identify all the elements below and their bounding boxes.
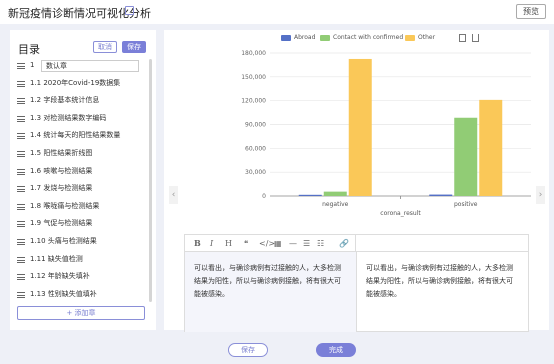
editor-toolbar: B I H ❝ </> ▦ — ☰ ☷ 🔗: [185, 235, 528, 252]
drag-handle-icon[interactable]: [17, 150, 25, 157]
table-button[interactable]: ▦: [274, 239, 282, 248]
edit-icon[interactable]: [125, 6, 134, 15]
drag-handle-icon[interactable]: [17, 80, 25, 87]
toc-item-label: 1.4 统计每天的阳性结果数量: [30, 131, 121, 140]
drag-handle-icon[interactable]: [17, 238, 25, 245]
chapter-name-input[interactable]: 数认章: [41, 60, 139, 72]
toc-item-label: 1.5 阳性结果折线图: [30, 148, 93, 157]
italic-button[interactable]: I: [210, 239, 213, 248]
drag-handle-icon[interactable]: [17, 291, 25, 298]
toc-item-label: 1.3 对检测结果数字编码: [30, 113, 107, 122]
toc-item[interactable]: 1.9 气促与检测结果: [15, 215, 147, 233]
toc-item-label: 1.11 缺失值检测: [30, 254, 83, 263]
bar-abroad-positive: [429, 194, 453, 196]
numbered-list-button[interactable]: ☷: [317, 239, 324, 248]
toc-item-label: 1.8 喉咙痛与检测结果: [30, 201, 100, 210]
toc-item-label: 1.13 性别缺失值填补: [30, 289, 97, 298]
x-tick-label: negative: [322, 201, 349, 208]
drag-handle-icon[interactable]: [17, 133, 25, 140]
bar-abroad-negative: [298, 194, 322, 196]
done-button[interactable]: 完成: [316, 343, 356, 357]
toc-item[interactable]: 1.12 年龄缺失填补: [15, 268, 147, 286]
toc-item-label: 1.9 气促与检测结果: [30, 219, 93, 228]
toc-item-label: 1.12 年龄缺失填补: [30, 272, 90, 281]
toc-item-label: 1.10 头痛与检测结果: [30, 236, 97, 245]
y-tick-label: 30,000: [245, 169, 266, 176]
drag-handle-icon[interactable]: [17, 203, 25, 210]
toc-item-editing[interactable]: 1 数认章: [15, 57, 147, 75]
drag-handle-icon[interactable]: [17, 221, 25, 228]
toc-item[interactable]: 1.8 喉咙痛与检测结果: [15, 198, 147, 216]
editor-input-pane[interactable]: 可以看出，与确诊病例有过接触的人，大多检测结果为阳性，所以与确诊病例接触，将有很…: [185, 252, 356, 332]
drag-handle-icon[interactable]: [17, 63, 25, 69]
bold-button[interactable]: B: [194, 239, 201, 248]
toc-item[interactable]: 1.2 字段基本统计信息: [15, 92, 147, 110]
bullet-list-button[interactable]: ☰: [303, 239, 310, 248]
markdown-editor: B I H ❝ </> ▦ — ☰ ☷ 🔗 可以看出，与确诊病例有过接触的人，大多检测结果为阳性，…: [184, 234, 529, 332]
add-chapter-button[interactable]: + 添加章: [17, 306, 145, 320]
y-tick-label: 150,000: [241, 74, 266, 81]
y-tick-label: 180,000: [241, 50, 266, 57]
bar-other-negative: [348, 58, 372, 196]
toc-list: 1 数认章 1.1 2020年Covid-19数据集 1.2 字段基本统计信息 1.…: [15, 57, 147, 303]
toc-item[interactable]: 1.3 对检测结果数字编码: [15, 110, 147, 128]
chevron-left-icon[interactable]: ‹: [169, 186, 178, 204]
drag-handle-icon[interactable]: [17, 186, 25, 193]
divider-button[interactable]: —: [289, 239, 297, 248]
link-button[interactable]: 🔗: [339, 239, 349, 248]
toolbar-divider: [355, 235, 356, 252]
toc-item[interactable]: 1.10 头痛与检测结果: [15, 233, 147, 251]
toc-item[interactable]: 1.4 统计每天的阳性结果数量: [15, 127, 147, 145]
toc-item-number: 1: [30, 61, 35, 69]
bar-contact-with-confirmed-negative: [323, 191, 347, 196]
editor-markdown-text[interactable]: 可以看出，与确诊病例有过接触的人，大多检测结果为阳性，所以与确诊病例接触，将有很…: [194, 262, 344, 301]
toc-item-label: 1.6 咳嗽与检测结果: [30, 166, 93, 175]
preview-button[interactable]: 预览: [516, 4, 546, 19]
toc-sidebar: 目录 取消 保存 1 数认章 1.1 2020年Covid-19数据集 1.2 字…: [10, 30, 156, 330]
bar-contact-with-confirmed-positive: [454, 117, 478, 196]
toc-item-label: 1.2 字段基本统计信息: [30, 96, 100, 105]
chevron-right-icon[interactable]: ›: [536, 186, 545, 204]
toc-save-button[interactable]: 保存: [122, 41, 146, 53]
y-tick-label: 0: [262, 193, 266, 200]
toc-item[interactable]: 1.11 缺失值检测: [15, 251, 147, 269]
editor-preview-text: 可以看出，与确诊病例有过接触的人，大多检测结果为阳性，所以与确诊病例接触，将有很…: [366, 264, 513, 298]
editor-preview-pane: 可以看出，与确诊病例有过接触的人，大多检测结果为阳性，所以与确诊病例接触，将有很…: [356, 252, 528, 332]
top-bar: 新冠疫情诊断情况可视化分析 预览: [0, 0, 554, 24]
code-button[interactable]: </>: [259, 239, 275, 248]
drag-handle-icon[interactable]: [17, 274, 25, 281]
x-tick-label: positive: [454, 201, 478, 208]
x-axis-label: corona_result: [380, 210, 421, 217]
toc-item-label: 1.7 发烧与检测结果: [30, 184, 93, 193]
main-panel: Abroad Contact with confirmed Other 0 30,00…: [164, 30, 549, 332]
toc-item[interactable]: 1.5 阳性结果折线图: [15, 145, 147, 163]
toc-item[interactable]: 1.7 发烧与检测结果: [15, 180, 147, 198]
y-tick-label: 90,000: [245, 122, 266, 129]
drag-handle-icon[interactable]: [17, 168, 25, 175]
drag-handle-icon[interactable]: [17, 115, 25, 122]
drag-handle-icon[interactable]: [17, 98, 25, 105]
bar-chart: 0 30,000 60,000 90,000 120,000 150,000 180,000…: [241, 50, 531, 217]
quote-button[interactable]: ❝: [244, 239, 248, 248]
bar-other-positive: [479, 99, 503, 196]
toc-item-label: 1.1 2020年Covid-19数据集: [30, 78, 121, 87]
toc-title: 目录: [18, 43, 40, 56]
y-tick-label: 120,000: [241, 98, 266, 105]
save-button[interactable]: 保存: [228, 343, 268, 357]
toc-item[interactable]: 1.13 性别缺失值填补: [15, 286, 147, 304]
drag-handle-icon[interactable]: [17, 256, 25, 263]
y-tick-label: 60,000: [245, 145, 266, 152]
heading-button[interactable]: H: [225, 239, 232, 248]
toc-item[interactable]: 1.1 2020年Covid-19数据集: [15, 75, 147, 93]
sidebar-scrollbar[interactable]: [149, 59, 152, 302]
cancel-button[interactable]: 取消: [93, 41, 117, 53]
toc-item[interactable]: 1.6 咳嗽与检测结果: [15, 163, 147, 181]
